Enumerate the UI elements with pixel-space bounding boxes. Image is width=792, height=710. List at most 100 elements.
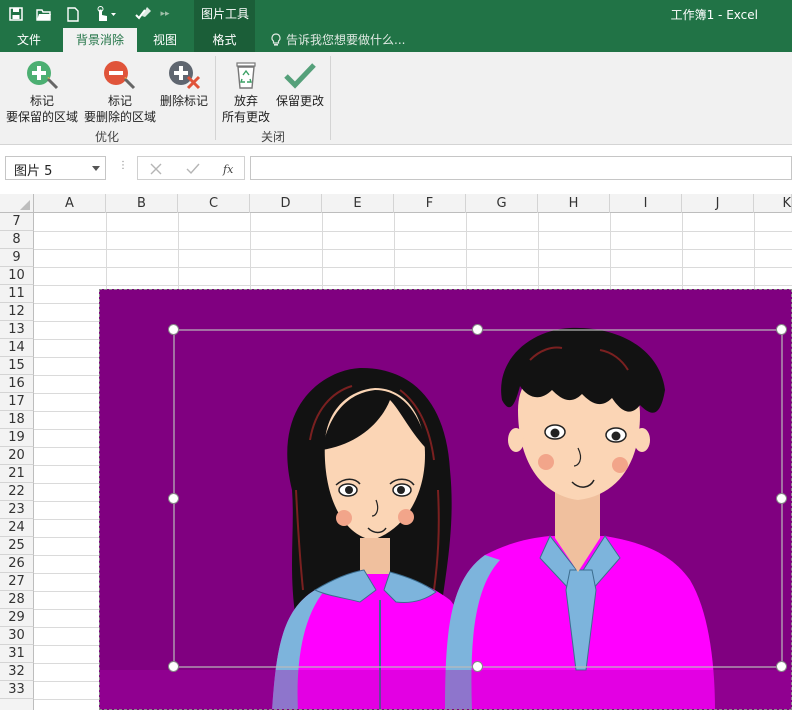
folder-open-icon[interactable]: [34, 0, 54, 28]
row-header[interactable]: 18: [0, 411, 34, 429]
chevron-down-icon[interactable]: [92, 166, 100, 171]
mark-keep-button[interactable]: 标记 要保留的区域: [4, 56, 80, 128]
column-header[interactable]: G: [466, 194, 538, 213]
row-header[interactable]: 19: [0, 429, 34, 447]
picture-5[interactable]: [99, 289, 792, 710]
select-all-corner[interactable]: [0, 194, 34, 213]
delete-mark-label: 删除标记: [159, 94, 208, 108]
row-header[interactable]: 14: [0, 339, 34, 357]
add-mark-icon: [27, 61, 59, 90]
column-header[interactable]: C: [178, 194, 250, 213]
resize-handle-icon[interactable]: ⋮: [118, 160, 128, 171]
row-header[interactable]: 22: [0, 483, 34, 501]
row-header[interactable]: 31: [0, 645, 34, 663]
row-header[interactable]: 20: [0, 447, 34, 465]
delete-mark-button[interactable]: 删除标记: [158, 56, 210, 128]
row-header[interactable]: 12: [0, 303, 34, 321]
mark-remove-button[interactable]: 标记 要删除的区域: [82, 56, 158, 128]
group-label-refine: 优化: [95, 130, 120, 144]
ribbon-tabs: 文件 背景消除 视图 格式 告诉我您想要做什么...: [0, 28, 792, 52]
keep-changes-label: 保留更改: [275, 94, 324, 108]
cartoon-couple-illustration: [100, 290, 791, 709]
gridline: [34, 231, 792, 232]
gridline: [34, 267, 792, 268]
row-header[interactable]: 13: [0, 321, 34, 339]
group-separator: [330, 56, 331, 140]
row-header[interactable]: 33: [0, 681, 34, 699]
row-header[interactable]: 26: [0, 555, 34, 573]
save-icon[interactable]: [6, 0, 26, 28]
gridline: [34, 285, 792, 286]
discard-all-changes-button[interactable]: 放弃 所有更改: [218, 56, 274, 128]
title-bar: ▸▸ 图片工具 工作簿1 - Excel: [0, 0, 792, 28]
spreadsheet-grid[interactable]: A B C D E F G H I J K 7 8 9 10 11 12 13 …: [0, 194, 792, 710]
context-group-label: 图片工具: [201, 7, 250, 21]
column-header[interactable]: F: [394, 194, 466, 213]
row-header[interactable]: 21: [0, 465, 34, 483]
resize-handle[interactable]: [472, 661, 483, 672]
row-header[interactable]: 11: [0, 285, 34, 303]
resize-handle[interactable]: [168, 661, 179, 672]
recycle-bin-icon: [236, 62, 256, 89]
row-header[interactable]: 16: [0, 375, 34, 393]
delete-mark-icon: [169, 61, 201, 90]
row-header[interactable]: 30: [0, 627, 34, 645]
touch-mode-icon[interactable]: [92, 0, 120, 28]
lightbulb-icon: [271, 33, 281, 46]
row-header[interactable]: 23: [0, 501, 34, 519]
resize-handle[interactable]: [168, 324, 179, 335]
group-separator: [215, 56, 216, 140]
row-header[interactable]: 10: [0, 267, 34, 285]
resize-handle[interactable]: [472, 324, 483, 335]
row-header[interactable]: 9: [0, 249, 34, 267]
mark-remove-label-1: 标记: [107, 94, 132, 108]
picture-tools-context-group: 图片工具: [194, 0, 255, 28]
mark-remove-label-2: 要删除的区域: [83, 110, 156, 124]
keep-changes-button[interactable]: 保留更改: [272, 56, 328, 128]
column-headers: A B C D E F G H I J K: [0, 194, 792, 213]
mark-keep-label-2: 要保留的区域: [5, 110, 78, 124]
formula-bar: 图片 5 ⋮ fx: [0, 146, 792, 194]
ribbon-panel: 标记 要保留的区域 标记 要删除的区域 删除标记 优化 放弃 所有更改 保留更改…: [0, 52, 792, 145]
row-header[interactable]: 17: [0, 393, 34, 411]
cancel-icon[interactable]: [150, 163, 162, 175]
name-box-value: 图片 5: [14, 164, 53, 179]
discard-label-1: 放弃: [233, 94, 258, 108]
row-header[interactable]: 15: [0, 357, 34, 375]
insert-function-icon[interactable]: fx: [222, 162, 236, 176]
row-header[interactable]: 24: [0, 519, 34, 537]
name-box[interactable]: 图片 5: [5, 156, 106, 180]
tab-format[interactable]: 格式: [194, 28, 255, 52]
checkmark-icon: [284, 63, 316, 89]
enter-icon[interactable]: [186, 163, 200, 175]
new-document-icon[interactable]: [63, 0, 83, 28]
column-header[interactable]: B: [106, 194, 178, 213]
column-header[interactable]: I: [610, 194, 682, 213]
row-header[interactable]: 28: [0, 591, 34, 609]
column-header[interactable]: D: [250, 194, 322, 213]
more-commands-icon[interactable]: ▸▸: [158, 0, 172, 28]
column-header[interactable]: E: [322, 194, 394, 213]
row-header[interactable]: 25: [0, 537, 34, 555]
row-header[interactable]: 8: [0, 231, 34, 249]
gridline: [34, 249, 792, 250]
column-header[interactable]: H: [538, 194, 610, 213]
formula-input[interactable]: [250, 156, 792, 180]
column-header[interactable]: K: [754, 194, 792, 213]
resize-handle[interactable]: [776, 661, 787, 672]
row-header[interactable]: [0, 699, 34, 710]
column-header[interactable]: J: [682, 194, 754, 213]
formula-buttons: fx: [137, 156, 245, 180]
tab-view[interactable]: 视图: [140, 28, 190, 52]
tab-file[interactable]: 文件: [0, 28, 58, 52]
resize-handle[interactable]: [168, 493, 179, 504]
row-header[interactable]: 27: [0, 573, 34, 591]
row-header[interactable]: 32: [0, 663, 34, 681]
row-header[interactable]: 29: [0, 609, 34, 627]
customize-quick-access-icon[interactable]: [132, 0, 154, 28]
tab-background-removal[interactable]: 背景消除: [63, 28, 137, 52]
resize-handle[interactable]: [776, 493, 787, 504]
column-header[interactable]: A: [34, 194, 106, 213]
row-header[interactable]: 7: [0, 213, 34, 231]
resize-handle[interactable]: [776, 324, 787, 335]
